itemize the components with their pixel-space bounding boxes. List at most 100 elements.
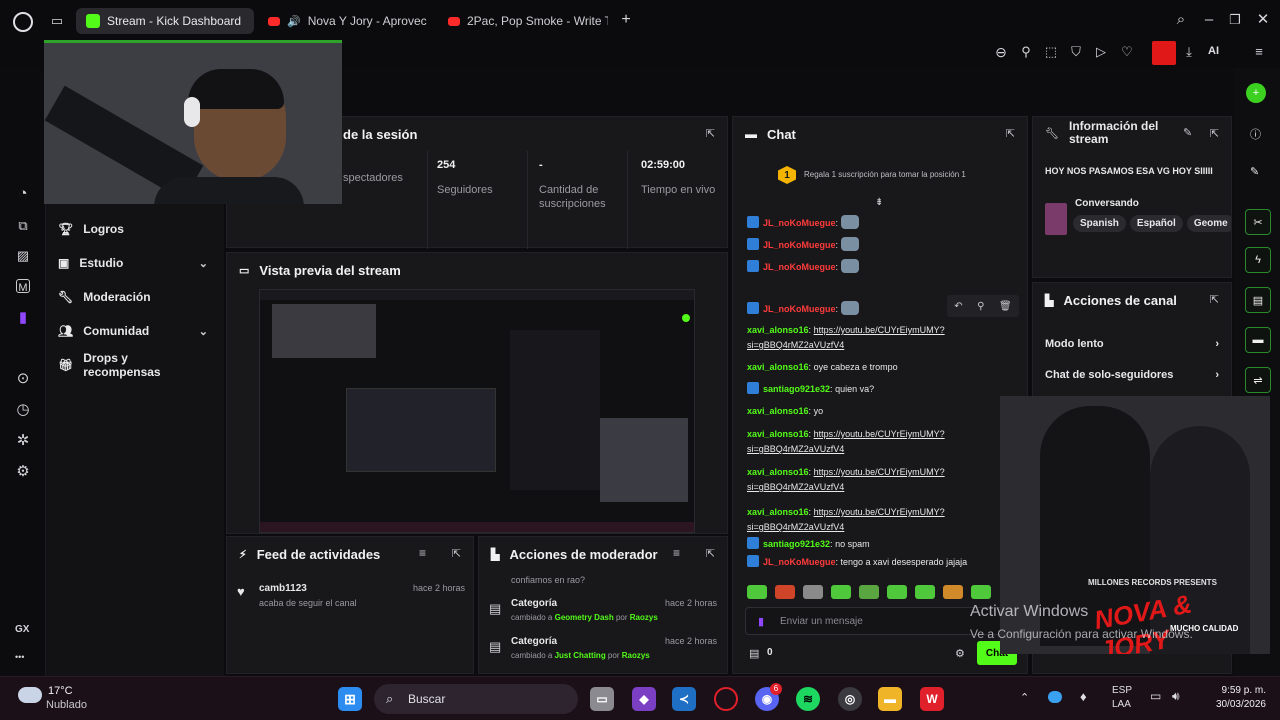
volume-icon[interactable]: 🔊︎	[1172, 689, 1180, 704]
slow-mode-row[interactable]: Modo lento ›	[1045, 338, 1219, 350]
tab-kick-dashboard[interactable]: Stream - Kick Dashboard	[76, 8, 254, 34]
pin-icon[interactable]: ⚲	[1017, 44, 1035, 60]
file-explorer-icon[interactable]: ▭	[590, 687, 614, 711]
weather-temp[interactable]: 17°C	[48, 685, 73, 697]
chat-link[interactable]: si=gBBQ4rMZ2aVUzfV4	[747, 444, 844, 454]
snapshot-icon[interactable]: ⬚	[1042, 44, 1060, 60]
feed-user[interactable]: camb1123	[259, 583, 307, 594]
emote-icon[interactable]	[747, 585, 767, 599]
chat-settings-icon[interactable]: ⚙	[955, 647, 965, 660]
heart-icon[interactable]: ♡	[1118, 44, 1136, 60]
weather-desc[interactable]: Nublado	[46, 699, 87, 711]
zoom-icon[interactable]: ⊖	[992, 44, 1010, 60]
sidebar-item-moderacion[interactable]: 🔧︎ Moderación	[58, 287, 208, 307]
onedrive-icon[interactable]	[1048, 691, 1062, 703]
filter-icon[interactable]: ≡	[419, 546, 426, 560]
vscode-icon[interactable]: ≺	[672, 687, 696, 711]
opera-logo-icon[interactable]	[13, 12, 33, 32]
clock-icon[interactable]: ◷	[14, 402, 32, 418]
chat-username[interactable]: santiago921e32	[763, 384, 830, 394]
obs-icon[interactable]: ◎	[838, 687, 862, 711]
emote-icon[interactable]	[887, 585, 907, 599]
chat-username[interactable]: xavi_alonso16	[747, 507, 809, 517]
ai-button[interactable]: AI	[1208, 45, 1219, 57]
new-tab-button[interactable]: +	[617, 12, 635, 28]
restore-icon[interactable]: ❐	[1226, 12, 1244, 28]
chat-username[interactable]: JL_noKoMuegue	[763, 557, 836, 567]
category-name[interactable]: Conversando	[1075, 198, 1139, 209]
chat-link[interactable]: https://youtu.be/CUYrEiymUMY?	[814, 467, 945, 477]
chat-username[interactable]: xavi_alonso16	[747, 429, 809, 439]
clip-icon[interactable]: ✂	[1245, 209, 1271, 235]
spotify-icon[interactable]: ≋	[796, 687, 820, 711]
raid-icon[interactable]: ⇌	[1245, 367, 1271, 393]
search-icon[interactable]: ⌕	[1172, 12, 1190, 28]
history-icon[interactable]: ⧉	[14, 218, 32, 234]
tag[interactable]: Español	[1129, 215, 1183, 232]
chat-link[interactable]: https://youtu.be/CUYrEiymUMY?	[814, 507, 945, 517]
emote-icon[interactable]	[831, 585, 851, 599]
chat-username[interactable]: xavi_alonso16	[747, 406, 809, 416]
chat-username[interactable]: xavi_alonso16	[747, 362, 809, 372]
chat-link[interactable]: si=gBBQ4rMZ2aVUzfV4	[747, 482, 844, 492]
mic-tray-icon[interactable]: ♦	[1080, 689, 1087, 704]
pinned-gift-text[interactable]: Regala 1 suscripción para tomar la posic…	[804, 170, 966, 179]
stack-icon[interactable]: ▨	[14, 248, 32, 264]
chat-username[interactable]: xavi_alonso16	[747, 467, 809, 477]
chat-link[interactable]: https://youtu.be/CUYrEiymUMY?	[814, 429, 945, 439]
sidebar-item-logros[interactable]: 🏆︎ Logros	[58, 219, 208, 239]
delete-icon[interactable]: 🗑︎	[999, 301, 1012, 312]
chat-username[interactable]: JL_noKoMuegue	[763, 240, 836, 250]
taskbar-search[interactable]: ⌕ Buscar	[374, 684, 578, 714]
clock-date[interactable]: 30/03/2026	[1206, 699, 1266, 710]
tab-nova-jory[interactable]: 🔊 Nova Y Jory - Aprovec	[258, 8, 428, 34]
shield-icon[interactable]: ⛉	[1067, 44, 1085, 60]
popout-icon[interactable]: ⇱	[1006, 127, 1015, 140]
opera-gx-icon[interactable]	[714, 687, 738, 711]
popout-icon[interactable]: ⇱	[706, 547, 715, 560]
speed-dial-icon[interactable]: ◔	[14, 186, 32, 202]
sidebar-item-estudio[interactable]: ▣ Estudio ⌄	[58, 253, 208, 273]
tag[interactable]: Geome	[1186, 215, 1231, 232]
tab-manager-icon[interactable]: ▭	[48, 13, 66, 29]
chat-username[interactable]: JL_noKoMuegue	[763, 218, 836, 228]
chat-link[interactable]: https://youtu.be/CUYrEiymUMY?	[814, 325, 945, 335]
minimize-icon[interactable]: –	[1200, 12, 1218, 28]
info-circle-icon[interactable]: ⓘ	[1250, 126, 1261, 142]
popout-icon[interactable]: ⇱	[1210, 293, 1219, 306]
emote-icon[interactable]	[943, 585, 963, 599]
clock-time[interactable]: 9:59 p. m.	[1208, 685, 1266, 696]
reply-icon[interactable]: ↶	[954, 301, 962, 312]
messenger-icon[interactable]: M	[16, 279, 30, 294]
chat-username[interactable]: xavi_alonso16	[747, 325, 809, 335]
chat-icon[interactable]: ▬	[1245, 327, 1271, 353]
menu-icon[interactable]: ≡	[1250, 44, 1268, 60]
followers-only-row[interactable]: Chat de solo-seguidores ›	[1045, 369, 1219, 381]
chat-username[interactable]: JL_noKoMuegue	[763, 262, 836, 272]
extensions-icon[interactable]: ✲	[14, 433, 32, 449]
settings-gear-icon[interactable]: ⚙	[14, 464, 32, 480]
scroll-down-icon[interactable]: ⇟	[875, 197, 883, 208]
emote-icon[interactable]	[859, 585, 879, 599]
emote-icon[interactable]	[803, 585, 823, 599]
player-icon[interactable]: ⊙	[14, 371, 32, 387]
sidebar-item-drops[interactable]: 🎁︎ Drops y recompensas	[58, 351, 208, 379]
wps-icon[interactable]: W	[920, 687, 944, 711]
emote-icon[interactable]	[915, 585, 935, 599]
chat-link[interactable]: si=gBBQ4rMZ2aVUzfV4	[747, 340, 844, 350]
chat-username[interactable]: santiago921e32	[763, 539, 830, 549]
sidebar-item-comunidad[interactable]: 👥︎ Comunidad ⌄	[58, 321, 208, 341]
close-icon[interactable]: ✕	[1254, 12, 1272, 28]
download-icon[interactable]: ⤓	[1180, 44, 1198, 60]
popout-icon[interactable]: ⇱	[452, 547, 461, 560]
filter-icon[interactable]: ≡	[673, 546, 680, 560]
popout-icon[interactable]: ⇱	[706, 127, 715, 140]
lang-region[interactable]: LAA	[1112, 699, 1131, 710]
chat-link[interactable]: si=gBBQ4rMZ2aVUzfV4	[747, 522, 844, 532]
network-icon[interactable]: ▭	[1150, 689, 1161, 703]
pencil-icon[interactable]: ✎	[1250, 165, 1259, 178]
popout-icon[interactable]: ⇱	[1210, 127, 1219, 140]
emote-icon[interactable]	[971, 585, 991, 599]
pin-message-icon[interactable]: ⚲	[977, 301, 984, 312]
gx-label[interactable]: GX	[15, 624, 29, 635]
